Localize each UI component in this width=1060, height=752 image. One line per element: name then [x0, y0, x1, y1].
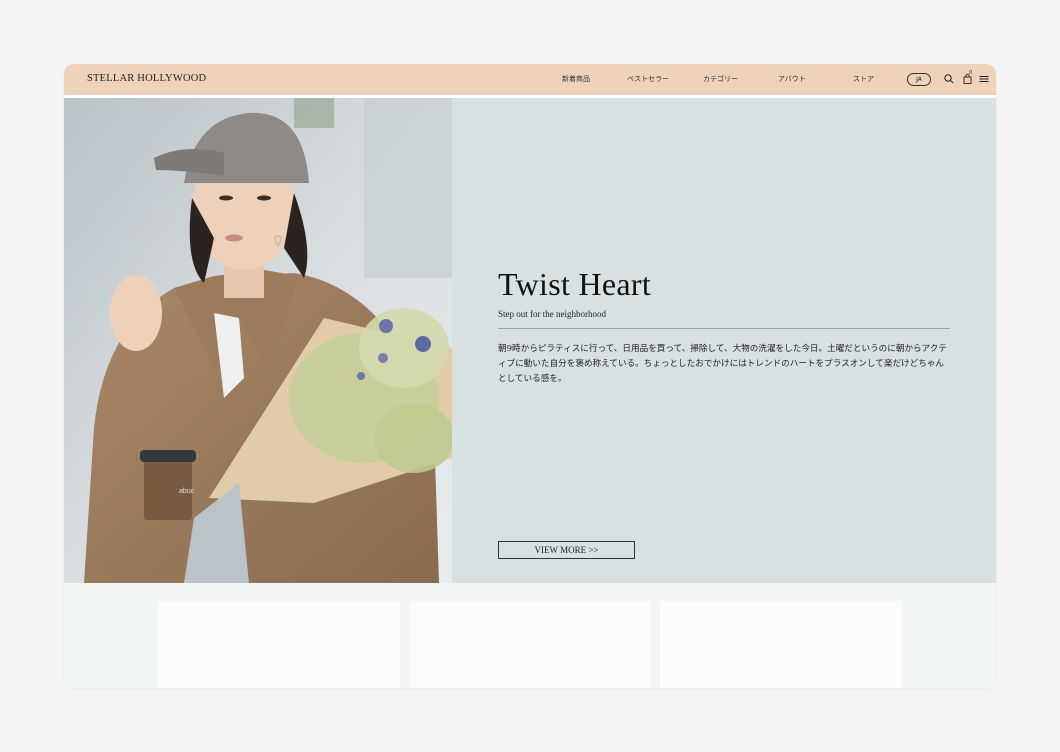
hero-photo: abuc	[64, 98, 452, 583]
product-card-2[interactable]	[409, 601, 651, 688]
hero-divider	[498, 328, 950, 329]
nav-store[interactable]: ストア	[853, 74, 874, 84]
nav-bestsellers[interactable]: ベストセラー	[627, 74, 669, 84]
search-icon[interactable]	[943, 73, 955, 85]
nav-new-arrivals[interactable]: 新着商品	[562, 74, 590, 84]
nav-categories[interactable]: カテゴリー	[703, 74, 738, 84]
product-cards-row	[64, 583, 996, 688]
nav-about[interactable]: アバウト	[778, 74, 806, 84]
hero-subtitle: Step out for the neighborhood	[498, 309, 606, 319]
product-card-1[interactable]	[158, 601, 400, 688]
browser-window: STELLAR HOLLYWOOD 新着商品 ベストセラー カテゴリー アバウト…	[64, 64, 996, 688]
cart-icon[interactable]: 0	[962, 70, 974, 85]
cup-label: abuc	[179, 488, 195, 495]
brand-logo[interactable]: STELLAR HOLLYWOOD	[87, 73, 206, 84]
view-more-button[interactable]: VIEW MORE >>	[498, 541, 635, 559]
hero-content-panel: Twist Heart Step out for the neighborhoo…	[452, 98, 996, 583]
product-card-3[interactable]	[660, 601, 902, 688]
hero-title: Twist Heart	[498, 266, 652, 302]
site-header: STELLAR HOLLYWOOD 新着商品 ベストセラー カテゴリー アバウト…	[64, 64, 996, 95]
hero-description: 朝9時からピラティスに行って、日用品を買って、掃除して、大物の洗濯をした今日。土…	[498, 344, 947, 384]
language-toggle[interactable]: JA	[907, 73, 931, 86]
menu-icon[interactable]	[978, 73, 990, 85]
cart-count: 0	[969, 70, 973, 76]
